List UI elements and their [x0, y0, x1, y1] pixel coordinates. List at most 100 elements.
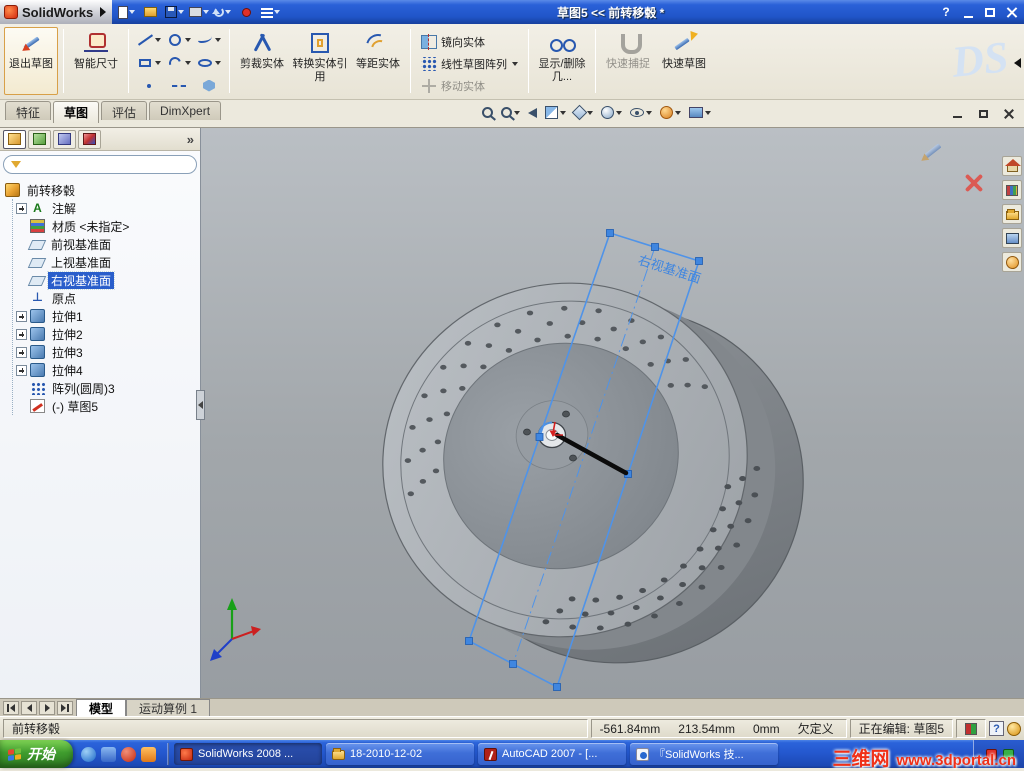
status-help-icon[interactable]: ?: [989, 721, 1004, 736]
maximize-button[interactable]: [980, 3, 1000, 21]
circle-tool-button[interactable]: [164, 28, 194, 51]
third-party-tab[interactable]: [78, 129, 101, 149]
tree-root-part[interactable]: 前转移毂: [5, 181, 198, 199]
linear-pattern-button[interactable]: 线性草图阵列: [416, 54, 523, 74]
spline-tool-button[interactable]: [194, 28, 224, 51]
file-explorer-button[interactable]: [1002, 204, 1022, 224]
prev-tab-button[interactable]: [21, 701, 37, 715]
ellipse-tool-button[interactable]: [194, 51, 224, 74]
configuration-manager-tab[interactable]: [53, 129, 76, 149]
display-style-button[interactable]: [601, 106, 622, 119]
tab-model[interactable]: 模型: [76, 699, 127, 716]
tree-item-sketch5[interactable]: (-) 草图5: [16, 397, 198, 415]
line-tool-button[interactable]: [134, 28, 164, 51]
media-player-icon[interactable]: [121, 746, 136, 762]
select-button[interactable]: [236, 2, 257, 22]
zoom-fit-button[interactable]: [482, 107, 493, 118]
print-button[interactable]: [188, 2, 209, 22]
tab-sketch[interactable]: 草图: [53, 101, 100, 123]
trim-entities-button[interactable]: 剪裁实体: [235, 27, 289, 95]
taskbar-item-folder[interactable]: 18-2010-12-02: [326, 743, 474, 765]
polygon-tool-button[interactable]: [194, 74, 224, 97]
taskbar-item-solidworks[interactable]: SolidWorks 2008 ...: [174, 743, 322, 765]
panel-overflow-chevron-icon[interactable]: »: [184, 132, 197, 147]
smart-dimension-button[interactable]: 智能尺寸: [69, 27, 123, 95]
section-view-button[interactable]: [545, 106, 566, 119]
tree-item-top-plane[interactable]: 上视基准面: [16, 253, 198, 271]
convert-entities-button[interactable]: 转换实体引用: [291, 27, 349, 95]
tab-features[interactable]: 特征: [5, 101, 52, 120]
view-orientation-button[interactable]: [571, 104, 593, 121]
tree-item-extrude2[interactable]: 拉伸2: [16, 325, 198, 343]
point-tool-button[interactable]: [134, 74, 164, 97]
tree-filter-input[interactable]: [26, 157, 189, 172]
save-button[interactable]: [164, 2, 185, 22]
design-library-button[interactable]: [1002, 180, 1022, 200]
tree-item-origin[interactable]: ⊥ 原点: [16, 289, 198, 307]
new-document-button[interactable]: [116, 2, 137, 22]
tree-item-right-plane[interactable]: 右视基准面: [16, 270, 198, 290]
apply-scene-button[interactable]: [689, 107, 711, 118]
panel-splitter-handle[interactable]: [196, 390, 205, 420]
tree-item-annotations[interactable]: A 注解: [16, 199, 198, 217]
tree-item-extrude3[interactable]: 拉伸3: [16, 343, 198, 361]
tab-motion-study[interactable]: 运动算例 1: [126, 699, 211, 716]
undo-button[interactable]: [212, 2, 233, 22]
help-button[interactable]: ?: [936, 3, 956, 21]
menu-expand-arrow-icon[interactable]: [100, 7, 107, 17]
cancel-sketch-icon[interactable]: [963, 172, 983, 192]
hide-show-items-button[interactable]: [630, 108, 652, 117]
doc-minimize-button[interactable]: [950, 107, 964, 120]
start-button[interactable]: 开始: [0, 740, 73, 768]
doc-close-button[interactable]: [1002, 107, 1016, 120]
edit-appearance-button[interactable]: [660, 106, 681, 119]
internet-explorer-icon[interactable]: [81, 746, 96, 762]
exit-sketch-button[interactable]: 退出草图: [4, 27, 58, 95]
view-palette-button[interactable]: [1002, 228, 1022, 248]
previous-view-button[interactable]: [528, 107, 537, 118]
status-quick-tips-icon[interactable]: [1007, 721, 1021, 736]
expand-toggle[interactable]: [16, 310, 27, 322]
rapid-sketch-button[interactable]: 快速草图: [657, 27, 711, 95]
feature-manager-tab[interactable]: [3, 129, 26, 149]
arc-tool-button[interactable]: [164, 51, 194, 74]
offset-entities-button[interactable]: 等距实体: [351, 27, 405, 95]
messenger-icon[interactable]: [101, 746, 116, 762]
tree-item-extrude1[interactable]: 拉伸1: [16, 307, 198, 325]
quick-snaps-button[interactable]: 快速捕捉: [601, 27, 655, 95]
tree-item-circular-pattern[interactable]: 阵列(圆周)3: [16, 379, 198, 397]
open-button[interactable]: [140, 2, 161, 22]
tree-filter-box[interactable]: [3, 155, 197, 174]
next-tab-button[interactable]: [39, 701, 55, 715]
move-entities-button[interactable]: 移动实体: [416, 76, 523, 96]
appearances-button[interactable]: [1002, 252, 1022, 272]
display-delete-relations-button[interactable]: 显示/删除几...: [534, 27, 590, 95]
minimize-button[interactable]: [958, 3, 978, 21]
dropdown-arrow-icon[interactable]: [512, 62, 518, 66]
confirmation-sketch-icon[interactable]: [917, 136, 947, 166]
expand-toggle[interactable]: [16, 328, 27, 340]
tree-item-front-plane[interactable]: 前视基准面: [16, 235, 198, 253]
tab-dimxpert[interactable]: DimXpert: [149, 101, 222, 120]
taskbar-item-autocad[interactable]: AutoCAD 2007 - [...: [478, 743, 626, 765]
doc-restore-button[interactable]: [976, 107, 990, 120]
desktop-icon[interactable]: [141, 746, 156, 762]
close-button[interactable]: [1002, 3, 1022, 21]
collapse-toolbar-arrow-icon[interactable]: [1014, 58, 1021, 68]
tree-item-material[interactable]: 材质 <未指定>: [16, 217, 198, 235]
mirror-entities-button[interactable]: 镜向实体: [416, 32, 523, 52]
graphics-viewport[interactable]: 右视基准面: [201, 128, 1024, 698]
zoom-area-button[interactable]: [501, 107, 520, 118]
options-button[interactable]: [260, 2, 281, 22]
expand-toggle[interactable]: [16, 346, 27, 358]
solidworks-resources-button[interactable]: [1002, 156, 1022, 176]
tab-evaluate[interactable]: 评估: [101, 101, 148, 120]
expand-toggle[interactable]: [16, 364, 27, 376]
rectangle-tool-button[interactable]: [134, 51, 164, 74]
drum-model[interactable]: [333, 232, 853, 698]
first-tab-button[interactable]: [3, 701, 19, 715]
expand-toggle[interactable]: [16, 202, 27, 214]
last-tab-button[interactable]: [57, 701, 73, 715]
centerline-tool-button[interactable]: [164, 74, 194, 97]
property-manager-tab[interactable]: [28, 129, 51, 149]
